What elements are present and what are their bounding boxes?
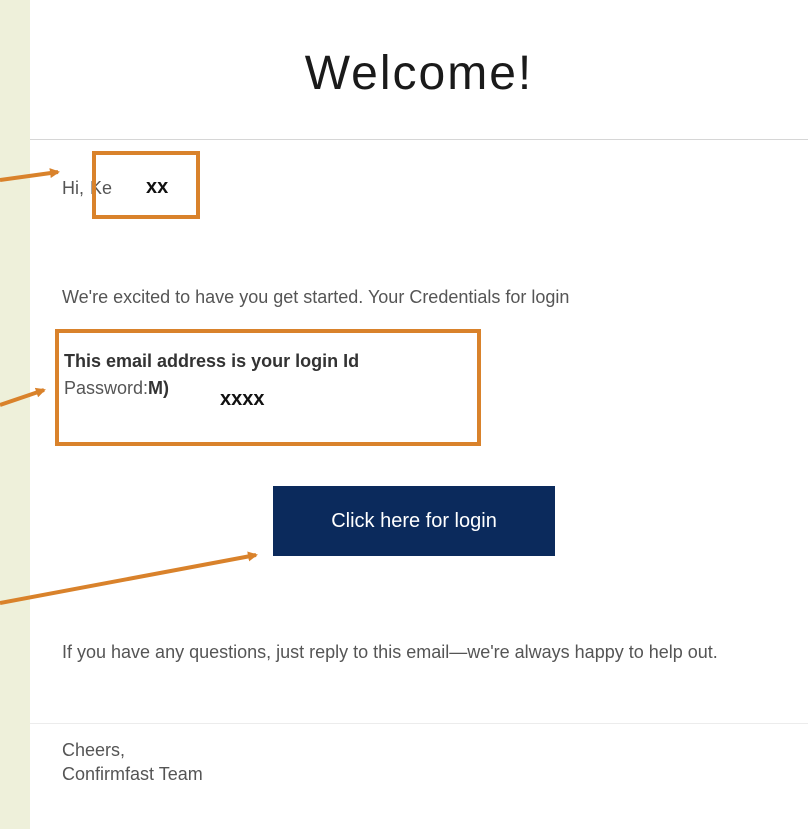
arrow-to-button — [0, 551, 258, 605]
annotation-arrows — [0, 168, 258, 605]
arrow-to-credentials — [0, 387, 46, 407]
arrow-to-name — [0, 168, 60, 182]
